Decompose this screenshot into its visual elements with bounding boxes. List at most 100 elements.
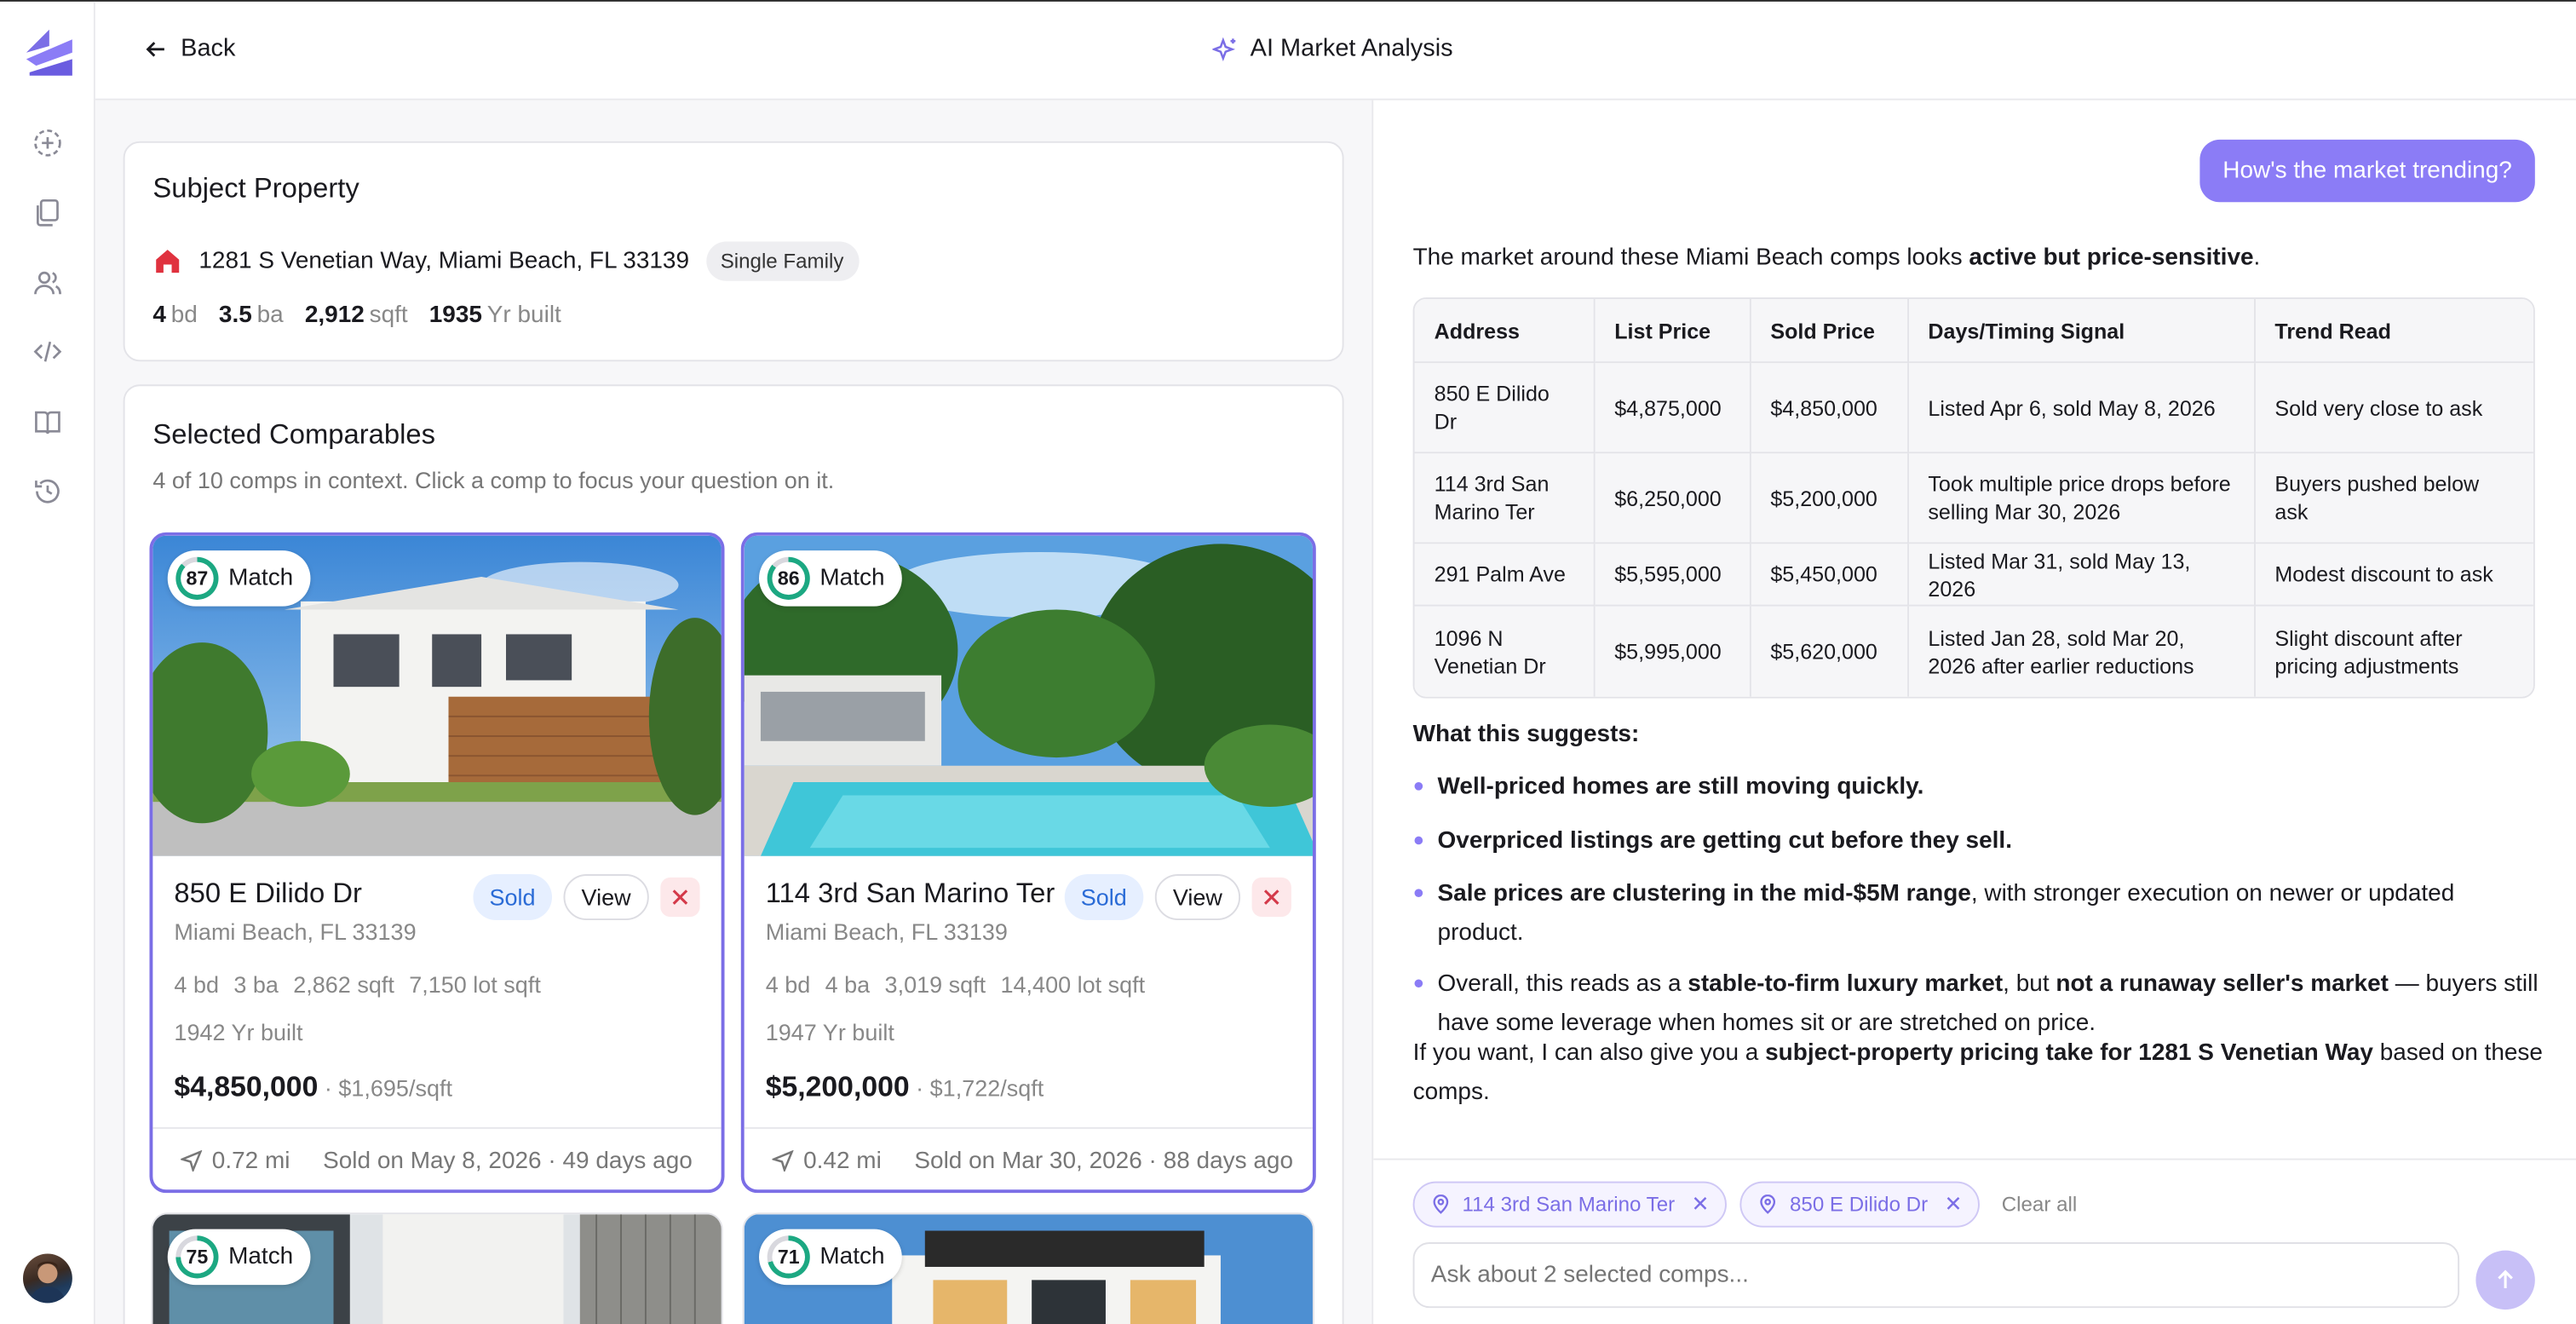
clear-all-button[interactable]: Clear all	[2002, 1193, 2077, 1216]
arrow-left-icon	[146, 41, 164, 56]
left-pane: Subject Property 1281 S Venetian Way, Mi…	[95, 100, 1374, 1324]
comp-distance: 0.72 mi	[181, 1148, 290, 1174]
list-item: Well-priced homes are still moving quick…	[1413, 769, 2547, 808]
table-row: 114 3rd San Marino Ter $6,250,000 $5,200…	[1414, 453, 2533, 544]
sparkle-icon	[1212, 36, 1236, 61]
avatar[interactable]	[23, 1253, 72, 1304]
col-address: Address	[1414, 299, 1596, 364]
history-icon[interactable]	[32, 475, 65, 508]
col-sold-price: Sold Price	[1751, 299, 1909, 364]
subject-address: 1281 S Venetian Way, Miami Beach, FL 331…	[198, 248, 690, 275]
comps-trend-table: Address List Price Sold Price Days/Timin…	[1412, 297, 2535, 699]
col-trend: Trend Read	[2255, 299, 2533, 364]
comp-actions: Sold View	[473, 874, 700, 921]
close-icon	[1263, 889, 1279, 905]
page-title-text: AI Market Analysis	[1250, 34, 1453, 63]
suggestions-heading: What this suggests:	[1412, 721, 1640, 748]
comp-price: $4,850,000 · $1,695/sqft	[174, 1069, 452, 1103]
chat-pane: How's the market trending? The market ar…	[1373, 100, 2576, 1324]
match-badge: 87 Match	[167, 550, 310, 607]
comp-lot: 7,150 lot sqft	[409, 970, 541, 998]
location-pin-icon	[1761, 1194, 1776, 1214]
table-header-row: Address List Price Sold Price Days/Timin…	[1414, 299, 2533, 364]
comp-year: 1947 Yr built	[765, 1018, 894, 1045]
match-label: Match	[819, 565, 885, 592]
documents-icon[interactable]	[32, 196, 65, 229]
home-icon	[156, 250, 180, 273]
match-badge: 71 Match	[759, 1229, 901, 1286]
col-list-price: List Price	[1595, 299, 1751, 364]
comp-footer: 0.72 mi Sold on May 8, 2026 · 49 days ag…	[152, 1127, 722, 1189]
comp-sold-date: Sold on May 8, 2026 · 49 days ago	[323, 1148, 693, 1174]
comp-baths: 4 ba	[825, 970, 871, 998]
location-pin-icon	[1433, 1194, 1449, 1214]
remove-comp-button[interactable]	[660, 877, 700, 918]
subject-beds: 4 bd	[152, 302, 198, 329]
comp-title: 114 3rd San Marino Ter	[765, 877, 1055, 909]
comp-beds: 4 bd	[765, 970, 811, 998]
remove-comp-button[interactable]	[1251, 877, 1291, 918]
match-score-ring: 75	[175, 1235, 219, 1279]
subject-baths: 3.5 ba	[218, 302, 284, 329]
view-button[interactable]: View	[1154, 874, 1241, 921]
composer: 114 3rd San Marino Ter ✕ 850 E Dilido Dr…	[1373, 1158, 2576, 1324]
view-button[interactable]: View	[563, 874, 649, 921]
users-icon[interactable]	[32, 266, 65, 299]
navigation-icon	[772, 1150, 794, 1172]
subject-heading: Subject Property	[152, 172, 359, 204]
header: Back AI Market Analysis	[95, 1, 2576, 101]
subject-address-row: 1281 S Venetian Way, Miami Beach, FL 331…	[152, 241, 859, 281]
sold-badge: Sold	[473, 874, 552, 921]
subject-sqft: 2,912 sqft	[304, 302, 408, 329]
subject-year: 1935 Yr built	[428, 302, 561, 329]
suggestions-list: Well-priced homes are still moving quick…	[1413, 769, 2547, 1057]
sold-badge: Sold	[1064, 874, 1144, 921]
comp-sqft: 2,862 sqft	[293, 970, 394, 998]
remove-chip-icon[interactable]: ✕	[1691, 1191, 1709, 1218]
comp-specs: 4 bd 4 ba 3,019 sqft 14,400 lot sqft	[766, 971, 1145, 998]
list-item: Overpriced listings are getting cut befo…	[1413, 822, 2547, 861]
comp-actions: Sold View	[1064, 874, 1291, 921]
back-label: Back	[181, 34, 236, 63]
comp-sqft: 3,019 sqft	[884, 970, 986, 998]
chat-input[interactable]	[1412, 1242, 2460, 1309]
comp-card[interactable]: 71 Match	[742, 1212, 1314, 1324]
comp-baths: 3 ba	[233, 970, 279, 998]
comp-distance: 0.42 mi	[772, 1148, 882, 1174]
navigation-icon	[181, 1150, 203, 1172]
book-icon[interactable]	[32, 406, 65, 439]
comp-price: $5,200,000 · $1,722/sqft	[765, 1069, 1044, 1103]
match-score-ring: 87	[175, 556, 219, 600]
selected-comparables-card: Selected Comparables 4 of 10 comps in co…	[123, 384, 1344, 1324]
comparables-subtitle: 4 of 10 comps in context. Click a comp t…	[152, 466, 835, 493]
table-row: 850 E Dilido Dr $4,875,000 $4,850,000 Li…	[1414, 363, 2533, 454]
send-button[interactable]	[2475, 1250, 2535, 1310]
match-label: Match	[228, 1243, 294, 1270]
property-type-badge: Single Family	[705, 241, 859, 281]
match-score-ring: 86	[767, 556, 810, 600]
match-score-ring: 71	[767, 1235, 810, 1279]
comp-chip[interactable]: 850 E Dilido Dr ✕	[1740, 1181, 1981, 1228]
comp-city: Miami Beach, FL 33139	[174, 918, 417, 945]
comp-chip[interactable]: 114 3rd San Marino Ter ✕	[1412, 1181, 1728, 1228]
comp-card[interactable]: 75 Match	[151, 1212, 723, 1324]
col-timing: Days/Timing Signal	[1908, 299, 2256, 364]
app-logo[interactable]	[23, 26, 76, 79]
assistant-intro: The market around these Miami Beach comp…	[1412, 245, 2261, 272]
comparables-heading: Selected Comparables	[152, 418, 436, 451]
comp-card[interactable]: 86 Match 114 3rd San Marino Ter Miami Be…	[740, 532, 1316, 1194]
comp-city: Miami Beach, FL 33139	[765, 918, 1008, 945]
user-message: How's the market trending?	[2199, 139, 2535, 203]
new-icon[interactable]	[32, 127, 65, 160]
selected-comp-chips: 114 3rd San Marino Ter ✕ 850 E Dilido Dr…	[1412, 1181, 2077, 1228]
match-label: Match	[228, 565, 294, 592]
subject-specs: 4 bd 3.5 ba 2,912 sqft 1935 Yr built	[152, 302, 561, 329]
remove-chip-icon[interactable]: ✕	[1944, 1191, 1962, 1218]
comp-specs: 4 bd 3 ba 2,862 sqft 7,150 lot sqft	[174, 971, 540, 998]
back-button[interactable]: Back	[145, 34, 236, 63]
list-item: Overall, this reads as a stable-to-firm …	[1413, 966, 2547, 1044]
table-row: 1096 N Venetian Dr $5,995,000 $5,620,000…	[1414, 606, 2533, 697]
code-icon[interactable]	[32, 335, 65, 368]
comp-card[interactable]: 87 Match 850 E Dilido Dr Miami Beach, FL…	[149, 532, 725, 1194]
match-label: Match	[819, 1243, 885, 1270]
